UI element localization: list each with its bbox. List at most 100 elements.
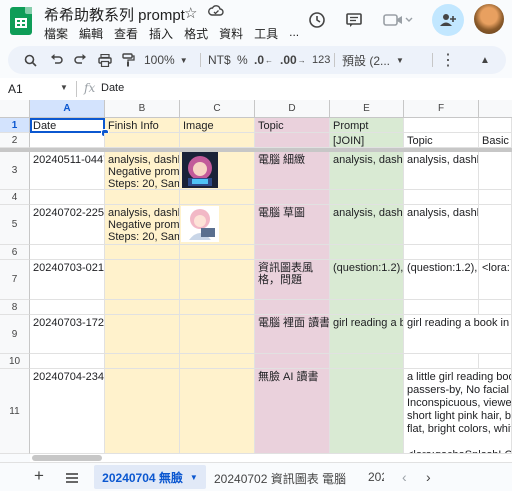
column-header-b[interactable]: B bbox=[105, 100, 180, 118]
cell-e5[interactable]: analysis, dashboard, computer bbox=[330, 205, 404, 245]
menu-file[interactable]: 檔案 bbox=[44, 25, 68, 42]
cell-b6[interactable] bbox=[105, 245, 180, 260]
search-menus-icon[interactable] bbox=[24, 46, 37, 74]
cell-a7[interactable]: 20240703-0218 bbox=[30, 260, 105, 300]
cell-c8[interactable] bbox=[180, 300, 255, 315]
name-box-dropdown-icon[interactable]: ▼ bbox=[60, 83, 68, 92]
cloud-status-icon[interactable] bbox=[208, 4, 224, 22]
cell-b11[interactable] bbox=[105, 369, 180, 454]
column-header-g[interactable] bbox=[479, 100, 512, 118]
cell-f11[interactable]: a little girl reading book passers-by, N… bbox=[404, 369, 512, 454]
cell-d5[interactable]: 電腦 草圖 bbox=[255, 205, 330, 245]
cell-c5[interactable] bbox=[180, 205, 255, 245]
cell-b4[interactable] bbox=[105, 190, 180, 205]
cell-f1[interactable] bbox=[404, 118, 479, 133]
cell-a10[interactable] bbox=[30, 354, 105, 369]
cell-d11[interactable]: 無臉 AI 讀書 bbox=[255, 369, 330, 454]
cell-b5[interactable]: analysis, dashboard, computer Negative p… bbox=[105, 205, 180, 245]
row-header-9[interactable]: 9 bbox=[0, 315, 30, 354]
zoom-select[interactable]: 100% ▼ bbox=[144, 46, 188, 74]
cell-c9[interactable] bbox=[180, 315, 255, 354]
row-header-7[interactable]: 7 bbox=[0, 260, 30, 300]
cell-g6[interactable] bbox=[479, 245, 512, 260]
decrease-decimal-button[interactable]: .0 ← bbox=[254, 46, 273, 74]
menu-edit[interactable]: 編輯 bbox=[79, 25, 103, 42]
cell-f2[interactable]: Topic bbox=[404, 133, 479, 148]
currency-format-button[interactable]: NT$ bbox=[208, 46, 231, 74]
cell-c2[interactable] bbox=[180, 133, 255, 148]
cell-d4[interactable] bbox=[255, 190, 330, 205]
scroll-tabs-right-icon[interactable]: › bbox=[426, 469, 431, 485]
cell-f4[interactable] bbox=[404, 190, 479, 205]
cell-e2[interactable]: [JOIN] bbox=[330, 133, 404, 148]
cell-a5[interactable]: 20240702-2250 bbox=[30, 205, 105, 245]
cell-a3[interactable]: 20240511-0447 bbox=[30, 152, 105, 190]
select-all-corner[interactable] bbox=[0, 100, 30, 118]
history-icon[interactable] bbox=[303, 6, 331, 34]
cell-g4[interactable] bbox=[479, 190, 512, 205]
cell-d8[interactable] bbox=[255, 300, 330, 315]
menu-format[interactable]: 格式 bbox=[184, 25, 208, 42]
chevron-up-icon[interactable]: ▲ bbox=[480, 46, 490, 74]
formula-input[interactable]: Date bbox=[101, 82, 124, 94]
menu-tools[interactable]: 工具 bbox=[254, 25, 278, 42]
cell-b8[interactable] bbox=[105, 300, 180, 315]
all-sheets-icon[interactable] bbox=[66, 472, 78, 486]
document-title[interactable]: 希希助教系列 prompt bbox=[44, 4, 185, 25]
sheets-logo-icon[interactable] bbox=[10, 7, 32, 35]
cell-c7[interactable] bbox=[180, 260, 255, 300]
row-header-4[interactable]: 4 bbox=[0, 190, 30, 205]
cell-c6[interactable] bbox=[180, 245, 255, 260]
cell-e3[interactable]: analysis, dashboard, computer bbox=[330, 152, 404, 190]
cell-f7[interactable]: (question:1.2), question bbox=[404, 260, 479, 300]
cell-c1[interactable]: Image bbox=[180, 118, 255, 133]
cell-d1[interactable]: Topic bbox=[255, 118, 330, 133]
cell-e6[interactable] bbox=[330, 245, 404, 260]
name-box[interactable]: A1 bbox=[8, 82, 23, 96]
row-header-3[interactable]: 3 bbox=[0, 152, 30, 190]
cell-g1[interactable] bbox=[479, 118, 512, 133]
cell-e11[interactable] bbox=[330, 369, 404, 454]
scroll-tabs-left-icon[interactable]: ‹ bbox=[402, 469, 407, 485]
cell-e8[interactable] bbox=[330, 300, 404, 315]
cell-d6[interactable] bbox=[255, 245, 330, 260]
cell-e1[interactable]: Prompt bbox=[330, 118, 404, 133]
menu-view[interactable]: 查看 bbox=[114, 25, 138, 42]
cell-c10[interactable] bbox=[180, 354, 255, 369]
column-header-d[interactable]: D bbox=[255, 100, 330, 118]
cell-g2[interactable]: Basic bbox=[479, 133, 512, 148]
row-header-6[interactable]: 6 bbox=[0, 245, 30, 260]
more-options-icon[interactable]: ⋮ bbox=[440, 46, 456, 74]
cell-b7[interactable] bbox=[105, 260, 180, 300]
cell-g8[interactable] bbox=[479, 300, 512, 315]
cell-d2[interactable] bbox=[255, 133, 330, 148]
menu-insert[interactable]: 插入 bbox=[149, 25, 173, 42]
cell-d9[interactable]: 電腦 裡面 讀書 bbox=[255, 315, 330, 354]
row-header-5[interactable]: 5 bbox=[0, 205, 30, 245]
cell-a8[interactable] bbox=[30, 300, 105, 315]
cell-b10[interactable] bbox=[105, 354, 180, 369]
row-header-2[interactable]: 2 bbox=[0, 133, 30, 148]
horizontal-scrollbar[interactable] bbox=[30, 454, 512, 462]
meet-video-icon[interactable] bbox=[380, 6, 416, 34]
cell-a9[interactable]: 20240703-1720 bbox=[30, 315, 105, 354]
cell-f6[interactable] bbox=[404, 245, 479, 260]
cell-a4[interactable] bbox=[30, 190, 105, 205]
scrollbar-thumb[interactable] bbox=[32, 455, 102, 461]
cell-e9[interactable]: girl reading a book in bbox=[330, 315, 404, 354]
cell-g5[interactable] bbox=[479, 205, 512, 245]
row-header-11[interactable]: 11 bbox=[0, 369, 30, 454]
add-sheet-icon[interactable]: + bbox=[34, 466, 44, 486]
cell-d10[interactable] bbox=[255, 354, 330, 369]
comment-icon[interactable] bbox=[340, 6, 368, 34]
cell-f8[interactable] bbox=[404, 300, 479, 315]
cell-d3[interactable]: 電腦 細緻 bbox=[255, 152, 330, 190]
spreadsheet-grid[interactable]: A B C D E F 1 Date Finish Info Image Top… bbox=[0, 100, 512, 454]
paint-format-icon[interactable] bbox=[122, 46, 135, 74]
menu-more[interactable]: ... bbox=[289, 25, 299, 42]
cell-g7[interactable]: <lora: bbox=[479, 260, 512, 300]
column-header-e[interactable]: E bbox=[330, 100, 404, 118]
row-header-10[interactable]: 10 bbox=[0, 354, 30, 369]
more-formats-button[interactable]: 123 bbox=[312, 46, 330, 74]
redo-icon[interactable] bbox=[74, 46, 87, 74]
